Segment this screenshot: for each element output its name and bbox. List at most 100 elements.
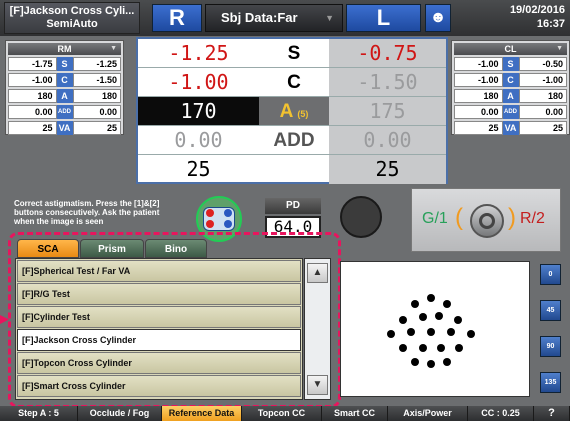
- left-add-value[interactable]: 0.00: [329, 126, 446, 155]
- cl-value: 25: [454, 121, 503, 135]
- rm-row: 0.00 ADD 0.00: [8, 105, 121, 119]
- subject-data-label: Sbj Data:Far: [221, 10, 298, 25]
- cross-cylinder-panel: G/1 ( ) R/2: [411, 188, 561, 252]
- va-label[interactable]: [259, 155, 329, 184]
- cl-value: 0.00: [454, 105, 503, 119]
- rm-row: 180 A 180: [8, 89, 121, 103]
- cl-label: VA: [502, 121, 519, 135]
- cl-value: 25: [518, 121, 567, 135]
- rm-value: 180: [72, 89, 121, 103]
- rm-value: 25: [8, 121, 57, 135]
- rm-value: 180: [8, 89, 57, 103]
- list-item[interactable]: [F]Topcon Cross Cylinder: [17, 352, 301, 374]
- cl-title: CL: [504, 44, 517, 54]
- axis-power-button[interactable]: Axis/Power: [388, 406, 468, 421]
- sphere-label[interactable]: S: [259, 39, 329, 68]
- list-item[interactable]: [F]R/G Test: [17, 283, 301, 305]
- axis-label: A: [279, 101, 294, 122]
- arrow-right-icon: ): [508, 204, 516, 231]
- subject-data-dropdown[interactable]: Sbj Data:Far ▼: [205, 4, 343, 32]
- cl-label: A: [502, 89, 519, 103]
- patient-button[interactable]: ☻: [425, 4, 451, 32]
- rm-label: S: [56, 57, 73, 71]
- list-scrollbar[interactable]: ▲ ▼: [304, 258, 331, 400]
- cc-step-button[interactable]: CC : 0.25: [468, 406, 534, 421]
- cl-panel[interactable]: CL ▼ -1.00 S -0.50 -1.00 C -1.00 180 A 180 0.00…: [451, 40, 570, 135]
- mode-label: SemiAuto: [46, 18, 98, 30]
- right-eye-button[interactable]: R: [152, 4, 202, 32]
- instruction-text: Correct astigmatism. Press the [1]&[2] b…: [14, 199, 160, 226]
- rm-label: A: [56, 89, 73, 103]
- cross-cyl-right-label[interactable]: R/2: [520, 210, 545, 228]
- time-label: 16:37: [536, 18, 565, 30]
- left-sphere-value[interactable]: -0.75: [329, 39, 446, 68]
- occlude-fog-button[interactable]: Occlude / Fog: [78, 406, 162, 421]
- cross-cyl-left-label[interactable]: G/1: [422, 210, 448, 228]
- rm-label: VA: [56, 121, 73, 135]
- rm-row: -1.00 C -1.50: [8, 73, 121, 87]
- list-item-selected[interactable]: [F]Jackson Cross Cylinder: [17, 329, 301, 351]
- person-icon: ☻: [429, 9, 447, 26]
- bottom-bar: Step A : 5 Occlude / Fog Reference Data …: [0, 406, 570, 421]
- right-va-value[interactable]: 25: [138, 155, 259, 184]
- cl-value: -1.00: [454, 57, 503, 71]
- tab-sca[interactable]: SCA: [17, 239, 79, 258]
- rm-title: RM: [57, 44, 72, 54]
- scroll-up-button[interactable]: ▲: [307, 263, 328, 283]
- right-add-value[interactable]: 0.00: [138, 126, 259, 155]
- rm-value: -1.00: [8, 73, 57, 87]
- rm-value: 0.00: [8, 105, 57, 119]
- flip-dial-button[interactable]: [470, 204, 504, 238]
- axis-0-button[interactable]: 0: [540, 264, 561, 285]
- rm-value: -1.25: [72, 57, 121, 71]
- rm-label: ADD: [56, 105, 73, 119]
- cl-value: 0.00: [518, 105, 567, 119]
- list-item[interactable]: [F]Spherical Test / Far VA: [17, 260, 301, 282]
- topcon-cc-button[interactable]: Topcon CC: [242, 406, 322, 421]
- rm-value: 25: [72, 121, 121, 135]
- rm-row: 25 VA 25: [8, 121, 121, 135]
- axis-label-cell[interactable]: A (5): [259, 97, 329, 126]
- list-item[interactable]: [F]Smart Cross Cylinder: [17, 375, 301, 397]
- right-sphere-value[interactable]: -1.25: [138, 39, 259, 68]
- smart-cc-button[interactable]: Smart CC: [322, 406, 388, 421]
- cl-row: 180 A 180: [454, 89, 567, 103]
- add-label[interactable]: ADD: [259, 126, 329, 155]
- list-item[interactable]: [F]Cylinder Test: [17, 306, 301, 328]
- test-list: [F]Spherical Test / Far VA [F]R/G Test […: [15, 258, 303, 400]
- step-button[interactable]: Step A : 5: [0, 406, 78, 421]
- rm-panel[interactable]: RM ▼ -1.75 S -1.25 -1.00 C -1.50 180 A 180 0.00…: [5, 40, 124, 135]
- cylinder-label[interactable]: C: [259, 68, 329, 97]
- cl-row: 25 VA 25: [454, 121, 567, 135]
- cl-label: C: [502, 73, 519, 87]
- scroll-down-button[interactable]: ▼: [307, 375, 328, 395]
- axis-step-label: (5): [297, 109, 309, 119]
- reference-data-button[interactable]: Reference Data: [162, 406, 242, 421]
- tab-prism[interactable]: Prism: [80, 239, 144, 258]
- occluder-button[interactable]: [340, 196, 382, 238]
- axis-45-button[interactable]: 45: [540, 300, 561, 321]
- help-button[interactable]: ?: [534, 406, 570, 421]
- chevron-down-icon: ▼: [556, 45, 563, 52]
- axis-135-button[interactable]: 135: [540, 372, 561, 393]
- right-axis-value[interactable]: 170: [138, 97, 259, 126]
- cl-label: S: [502, 57, 519, 71]
- cl-value: 180: [518, 89, 567, 103]
- cl-value: -1.00: [454, 73, 503, 87]
- axis-90-button[interactable]: 90: [540, 336, 561, 357]
- cl-value: -0.50: [518, 57, 567, 71]
- chevron-down-icon: ▼: [110, 45, 117, 52]
- left-cylinder-value[interactable]: -1.50: [329, 68, 446, 97]
- test-name-button[interactable]: [F]Jackson Cross Cyli... SemiAuto: [4, 2, 140, 34]
- arrow-left-icon: (: [455, 204, 463, 231]
- left-va-value[interactable]: 25: [329, 155, 446, 184]
- rm-panel-header[interactable]: RM ▼: [8, 43, 121, 55]
- rm-row: -1.75 S -1.25: [8, 57, 121, 71]
- cl-panel-header[interactable]: CL ▼: [454, 43, 567, 55]
- left-eye-button[interactable]: L: [346, 4, 421, 32]
- pd-label: PD: [265, 198, 321, 214]
- right-cylinder-value[interactable]: -1.00: [138, 68, 259, 97]
- left-axis-value[interactable]: 175: [329, 97, 446, 126]
- tab-bino[interactable]: Bino: [145, 239, 207, 258]
- cl-row: -1.00 S -0.50: [454, 57, 567, 71]
